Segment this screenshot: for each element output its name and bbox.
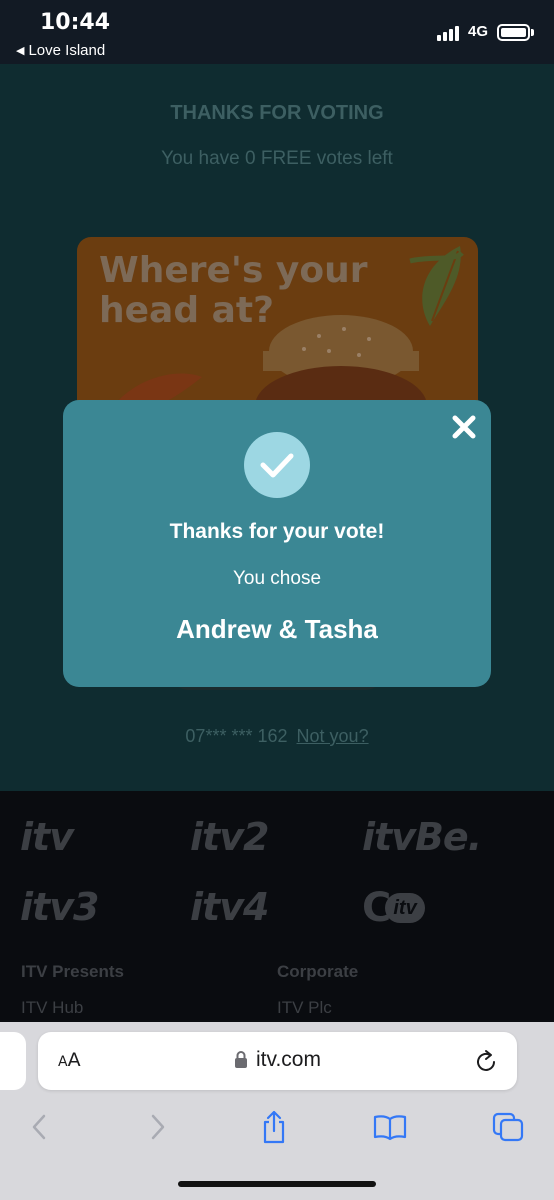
back-button[interactable] bbox=[21, 1110, 57, 1144]
tabs-button[interactable] bbox=[490, 1110, 526, 1144]
back-triangle-icon: ◀ bbox=[16, 45, 25, 57]
battery-icon bbox=[497, 24, 530, 41]
itvbe-logo[interactable]: itvBe. bbox=[362, 815, 482, 859]
reload-icon[interactable] bbox=[474, 1048, 498, 1074]
share-button[interactable] bbox=[256, 1110, 292, 1144]
itv-logo[interactable]: itv bbox=[20, 815, 74, 859]
footer-link-itv-plc[interactable]: ITV Plc bbox=[277, 998, 332, 1018]
previous-tab-preview[interactable] bbox=[0, 1032, 26, 1090]
footer-link-itv-hub[interactable]: ITV Hub bbox=[21, 998, 83, 1018]
phone-number-line: 07*** *** 162 Not you? bbox=[0, 726, 554, 747]
you-chose-label: You chose bbox=[232, 568, 322, 589]
check-circle bbox=[244, 432, 310, 498]
status-bar: 10:44 ◀ Love Island 4G bbox=[0, 0, 554, 64]
status-time: 10:44 bbox=[40, 10, 111, 35]
itv3-logo[interactable]: itv3 bbox=[20, 885, 99, 929]
lock-icon bbox=[235, 1051, 248, 1068]
vote-confirmation-modal: Thanks for your vote! You chose Andrew &… bbox=[63, 400, 491, 687]
close-button[interactable] bbox=[449, 412, 479, 442]
back-app-label: Love Island bbox=[28, 42, 106, 59]
footer-heading-itv-presents: ITV Presents bbox=[21, 962, 124, 981]
forward-button[interactable] bbox=[140, 1110, 176, 1144]
home-indicator[interactable] bbox=[178, 1181, 376, 1187]
itv4-logo[interactable]: itv4 bbox=[190, 885, 269, 929]
phone-number: 07*** *** 162 bbox=[185, 726, 288, 746]
close-icon bbox=[452, 415, 476, 439]
browser-toolbar: AA itv.com bbox=[0, 1022, 554, 1200]
bookmarks-button[interactable] bbox=[372, 1110, 408, 1144]
url-display[interactable]: itv.com bbox=[38, 1048, 517, 1072]
free-votes-remaining: You have 0 FREE votes left bbox=[161, 148, 393, 169]
forward-icon bbox=[151, 1114, 165, 1140]
tabs-icon bbox=[492, 1112, 524, 1142]
checkmark-icon bbox=[260, 453, 294, 478]
back-to-app-link[interactable]: ◀ Love Island bbox=[16, 42, 105, 59]
share-icon bbox=[263, 1110, 285, 1144]
page-heading: THANKS FOR VOTING bbox=[170, 102, 384, 124]
bookmarks-icon bbox=[373, 1115, 407, 1141]
modal-title: Thanks for your vote! bbox=[169, 520, 385, 543]
back-icon bbox=[32, 1114, 46, 1140]
chosen-couple: Andrew & Tasha bbox=[176, 614, 378, 644]
site-footer: itv itv2 itvBe. itv3 itv4 C itv ITV Pres… bbox=[0, 791, 554, 1023]
citv-logo[interactable]: C itv bbox=[362, 888, 425, 928]
network-type: 4G bbox=[468, 23, 489, 40]
signal-strength-icon bbox=[437, 24, 463, 41]
not-you-link[interactable]: Not you? bbox=[297, 726, 369, 746]
itv2-logo[interactable]: itv2 bbox=[190, 815, 269, 859]
battery-cap bbox=[531, 29, 534, 36]
address-bar[interactable]: AA itv.com bbox=[38, 1032, 517, 1090]
footer-heading-corporate: Corporate bbox=[277, 962, 359, 981]
